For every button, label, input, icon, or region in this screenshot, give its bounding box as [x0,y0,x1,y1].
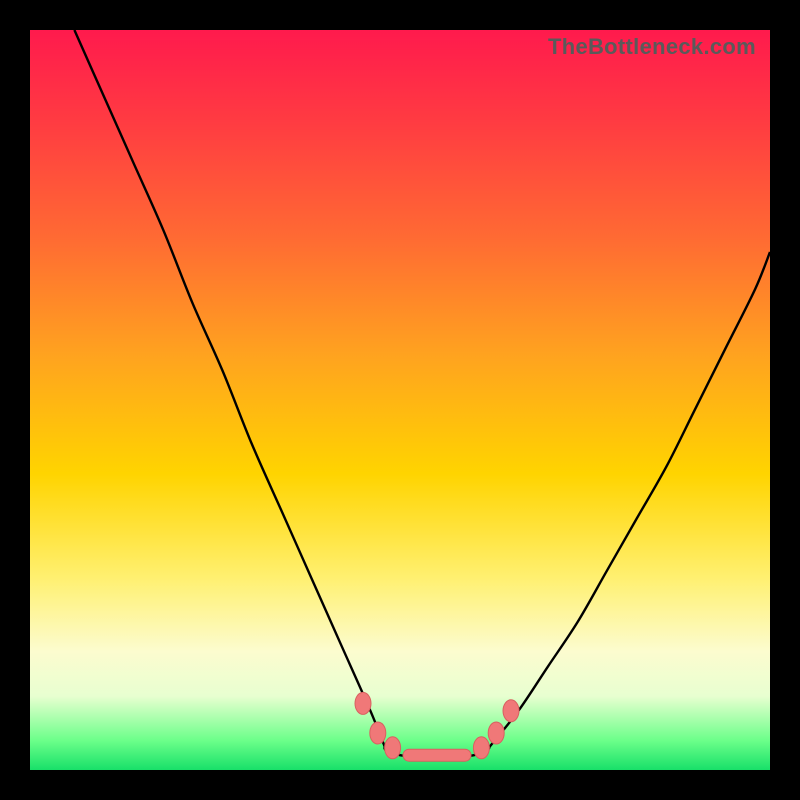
curve-marker [488,722,504,744]
curve-path [74,30,770,756]
curve-marker [385,737,401,759]
plot-area: TheBottleneck.com [30,30,770,770]
curve-marker [355,692,371,714]
marker-group [355,692,519,761]
curve-marker [473,737,489,759]
curve-marker [503,700,519,722]
chart-frame: TheBottleneck.com [0,0,800,800]
valley-marker [403,749,471,761]
bottleneck-curve [30,30,770,770]
curve-marker [370,722,386,744]
